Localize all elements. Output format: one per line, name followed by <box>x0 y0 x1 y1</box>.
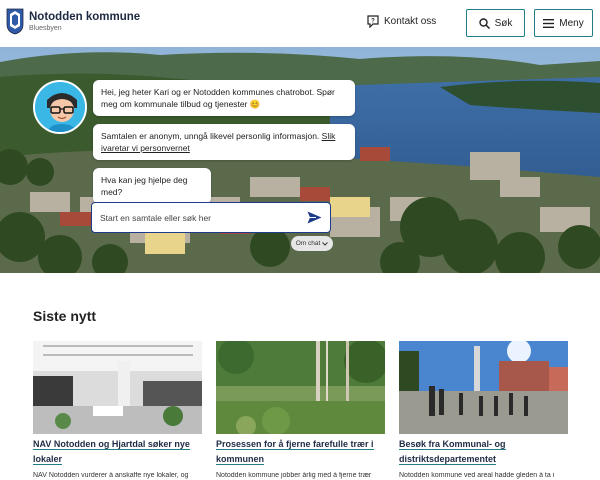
chatbot-message-text: Samtalen er anonym, unngå likevel person… <box>101 131 320 141</box>
search-icon <box>478 17 490 29</box>
logo-subtitle: Bluesbyen <box>29 24 62 32</box>
chatbot-message-greeting: Hei, jeg heter Kari og er Notodden kommu… <box>93 80 355 116</box>
chatbot-message-privacy: Samtalen er anonym, unngå likevel person… <box>93 124 355 160</box>
chatbot-message-text: Hei, jeg heter Kari og er Notodden kommu… <box>101 87 335 109</box>
chevron-down-icon <box>322 241 329 246</box>
send-icon[interactable] <box>307 211 322 224</box>
search-label: Søk <box>494 17 513 29</box>
news-card-excerpt: Notodden kommune ved areal hadde gleden … <box>399 472 555 479</box>
news-card-image[interactable] <box>399 341 568 434</box>
svg-text:?: ? <box>371 19 375 25</box>
logo[interactable]: Notodden kommune Bluesbyen <box>6 8 140 35</box>
search-button[interactable]: Søk <box>466 9 525 37</box>
menu-label: Meny <box>559 17 584 29</box>
news-card-title[interactable]: Prosessen for å fjerne farefulle trær i … <box>216 437 385 467</box>
about-chat-label: Om chat <box>295 240 321 247</box>
news-card-excerpt: NAV Notodden vurderer å anskaffe nye lok… <box>33 472 189 479</box>
chatbot-message-question: Hva kan jeg hjelpe deg med? <box>93 168 211 204</box>
chat-input[interactable]: Start en samtale eller søk her <box>91 202 331 233</box>
news-card[interactable]: NAV Notodden og Hjartdal søker nye lokal… <box>33 341 202 479</box>
news-card-title[interactable]: NAV Notodden og Hjartdal søker nye lokal… <box>33 437 202 467</box>
chatbot-message-text: Hva kan jeg hjelpe deg med? <box>101 175 188 197</box>
news-card-excerpt: Notodden kommune jobber årlig med å fjer… <box>216 472 372 479</box>
news-card[interactable]: Prosessen for å fjerne farefulle trær i … <box>216 341 385 479</box>
news-section-title: Siste nytt <box>33 308 97 324</box>
news-card-image[interactable] <box>216 341 385 434</box>
help-chat-icon: ? <box>367 15 379 28</box>
site-header: Notodden kommune Bluesbyen ? Kontakt oss… <box>0 0 600 47</box>
coat-of-arms-icon <box>6 8 24 35</box>
menu-button[interactable]: Meny <box>534 9 593 37</box>
contact-link[interactable]: ? Kontakt oss <box>367 15 436 28</box>
hamburger-icon <box>543 18 555 28</box>
news-card-image[interactable] <box>33 341 202 434</box>
contact-label: Kontakt oss <box>384 16 437 27</box>
about-chat-button[interactable]: Om chat <box>291 236 333 251</box>
logo-title: Notodden kommune <box>29 10 141 23</box>
chatbot-avatar <box>33 80 87 134</box>
news-card[interactable]: Besøk fra Kommunal- og distriktsdepartem… <box>399 341 568 479</box>
chat-input-placeholder: Start en samtale eller søk her <box>100 212 212 223</box>
news-card-title[interactable]: Besøk fra Kommunal- og distriktsdepartem… <box>399 437 568 467</box>
